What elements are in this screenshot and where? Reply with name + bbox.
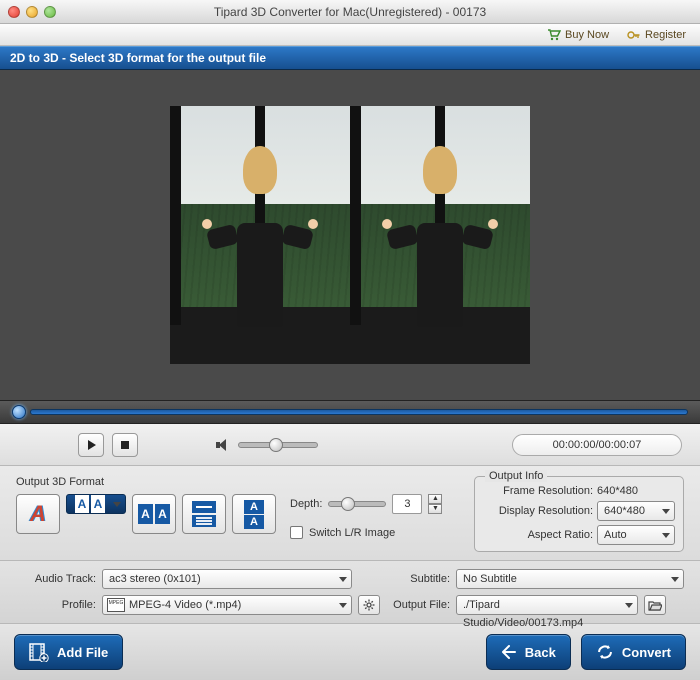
settings-panel: Output 3D Format A AA AA AA Depth: 3 ▲▼ … (0, 466, 700, 561)
mpeg-icon: MPEG (107, 598, 125, 612)
playback-controls: 00:00:00/00:00:07 (0, 424, 700, 466)
output-file-label: Output File: (378, 599, 450, 611)
seek-handle[interactable] (12, 405, 26, 419)
audio-track-select[interactable]: ac3 stereo (0x101) (102, 569, 352, 589)
frame-resolution-label: Frame Resolution: (483, 485, 593, 497)
volume-slider[interactable] (238, 442, 318, 448)
buy-now-label: Buy Now (565, 29, 609, 41)
format-tb-half[interactable] (182, 494, 226, 534)
add-file-label: Add File (57, 645, 108, 660)
top-menu: Buy Now Register (0, 24, 700, 46)
browse-output-button[interactable] (644, 595, 666, 615)
output-info-group: Output Info Frame Resolution: 640*480 Di… (474, 476, 684, 552)
cart-icon (547, 29, 561, 41)
convert-button[interactable]: Convert (581, 634, 686, 670)
aspect-ratio-select[interactable]: Auto (597, 525, 675, 545)
profile-select[interactable]: MPEG MPEG-4 Video (*.mp4) (102, 595, 352, 615)
depth-value[interactable]: 3 (392, 494, 422, 514)
depth-stepper[interactable]: ▲▼ (428, 494, 442, 514)
depth-up[interactable]: ▲ (428, 494, 442, 504)
output-3d-format-title: Output 3D Format (16, 476, 276, 488)
stop-button[interactable] (112, 433, 138, 457)
speaker-icon (216, 439, 230, 451)
folder-open-icon (648, 600, 662, 611)
register-link[interactable]: Register (627, 29, 686, 41)
refresh-icon (596, 644, 614, 660)
back-button[interactable]: Back (486, 634, 571, 670)
format-anaglyph[interactable]: A (16, 494, 60, 534)
seek-bar[interactable] (0, 400, 700, 424)
output-file-field[interactable]: ./Tipard Studio/Video/00173.mp4 (456, 595, 638, 615)
key-icon (627, 29, 641, 41)
footer-bar: Add File Back Convert (0, 624, 700, 680)
buy-now-link[interactable]: Buy Now (547, 29, 609, 41)
profile-value: MPEG-4 Video (*.mp4) (129, 599, 241, 611)
video-preview (170, 106, 530, 364)
subtitle-label: Subtitle: (378, 573, 450, 585)
switch-lr-label: Switch L/R Image (309, 527, 395, 539)
format-tb-full[interactable]: AA (232, 494, 276, 534)
format-sbs-half[interactable]: AA (66, 494, 126, 514)
titlebar: Tipard 3D Converter for Mac(Unregistered… (0, 0, 700, 24)
window-title: Tipard 3D Converter for Mac(Unregistered… (0, 5, 700, 19)
gear-icon (363, 599, 375, 611)
display-resolution-select[interactable]: 640*480 (597, 501, 675, 521)
subtitle-select[interactable]: No Subtitle (456, 569, 684, 589)
profile-settings-button[interactable] (358, 595, 380, 615)
add-file-button[interactable]: Add File (14, 634, 123, 670)
display-resolution-label: Display Resolution: (483, 505, 593, 517)
file-settings-row: Audio Track: ac3 stereo (0x101) Subtitle… (0, 561, 700, 624)
convert-label: Convert (622, 645, 671, 660)
mode-banner-text: 2D to 3D - Select 3D format for the outp… (10, 51, 266, 65)
volume-control[interactable] (216, 439, 318, 451)
mode-banner: 2D to 3D - Select 3D format for the outp… (0, 46, 700, 70)
profile-label: Profile: (16, 599, 96, 611)
register-label: Register (645, 29, 686, 41)
output-info-title: Output Info (485, 470, 547, 482)
aspect-ratio-label: Aspect Ratio: (483, 529, 593, 541)
play-button[interactable] (78, 433, 104, 457)
time-display: 00:00:00/00:00:07 (512, 434, 682, 456)
switch-lr-checkbox[interactable] (290, 526, 303, 539)
depth-label: Depth: (290, 498, 322, 510)
audio-track-label: Audio Track: (16, 573, 96, 585)
frame-resolution-value: 640*480 (597, 485, 638, 497)
depth-down[interactable]: ▼ (428, 504, 442, 514)
seek-track[interactable] (30, 409, 688, 415)
film-add-icon (29, 642, 49, 662)
depth-slider[interactable] (328, 501, 386, 507)
format-sbs-full[interactable]: AA (132, 494, 176, 534)
arrow-left-icon (501, 645, 517, 659)
preview-area (0, 70, 700, 400)
back-label: Back (525, 645, 556, 660)
